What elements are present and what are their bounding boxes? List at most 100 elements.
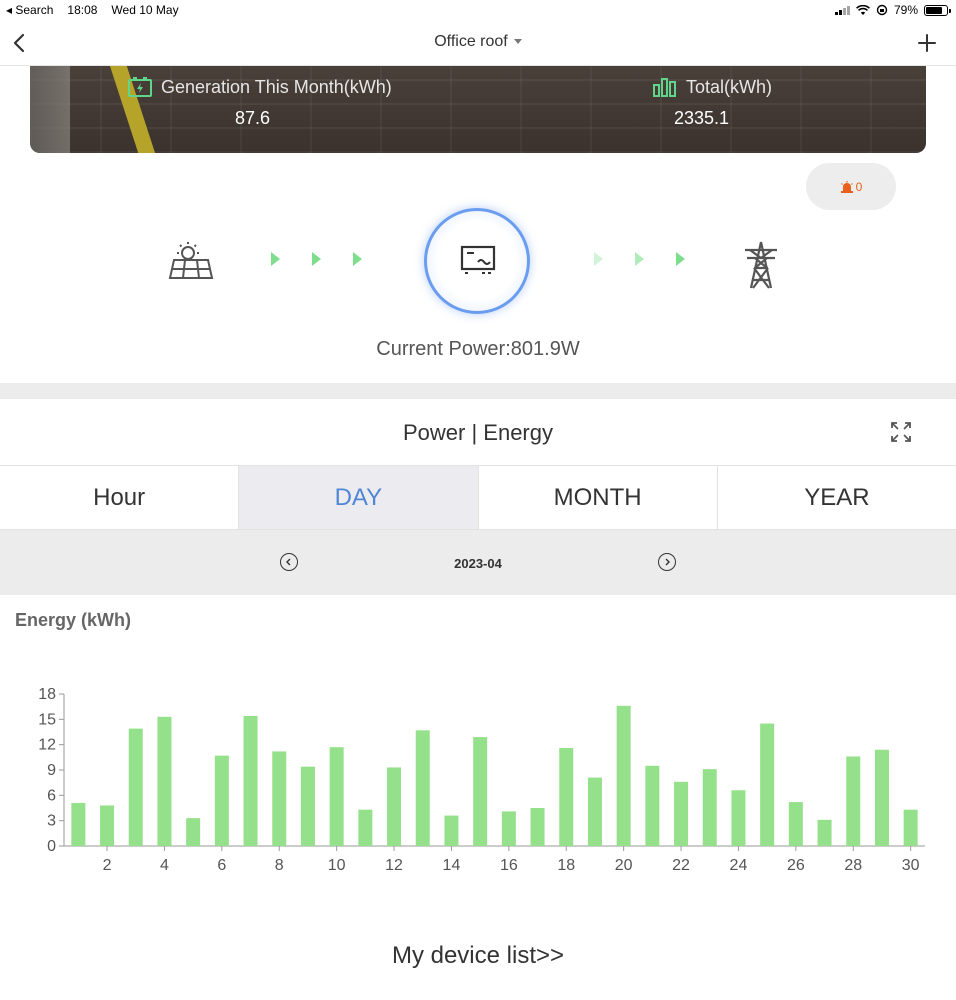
x-tick-label: 6	[217, 857, 226, 874]
bar-day-23[interactable]	[702, 769, 717, 846]
bar-day-27[interactable]	[817, 819, 832, 846]
bar-day-7[interactable]	[243, 715, 258, 846]
alarm-siren-icon	[840, 180, 853, 193]
chevron-right-icon	[665, 558, 670, 566]
x-tick-label: 12	[385, 857, 403, 874]
inverter-icon	[460, 245, 496, 274]
flow-arrow	[676, 252, 685, 266]
back-to-app[interactable]: ◂ Search	[6, 3, 53, 17]
cellular-signal-icon	[834, 5, 850, 15]
summary-banner: Generation This Month(kWh) 87.6 Total(kW…	[30, 66, 926, 153]
total-stat: Total(kWh) 2335.1	[652, 76, 772, 129]
x-tick-label: 2	[103, 857, 112, 874]
x-tick-label: 18	[557, 857, 575, 874]
x-tick-label: 16	[500, 857, 518, 874]
battery-percent: 79%	[893, 3, 918, 17]
x-tick-label: 26	[787, 857, 805, 874]
bar-day-10[interactable]	[329, 747, 344, 846]
chart-y-axis-label: Energy (kWh)	[15, 610, 132, 630]
y-tick-label: 15	[38, 711, 56, 728]
bar-day-2[interactable]	[100, 805, 115, 846]
y-tick-label: 3	[47, 813, 56, 830]
x-tick-label: 28	[844, 857, 862, 874]
total-label: Total(kWh)	[686, 76, 773, 97]
my-device-list-link[interactable]: My device list>>	[0, 942, 956, 970]
fullscreen-icon[interactable]	[890, 421, 912, 443]
bar-day-25[interactable]	[760, 723, 775, 846]
status-date: Wed 10 May	[111, 3, 179, 17]
generation-month-label: Generation This Month(kWh)	[161, 76, 392, 97]
bar-day-15[interactable]	[473, 737, 488, 846]
bar-day-24[interactable]	[731, 790, 746, 846]
x-tick-label: 20	[615, 857, 633, 874]
battery-icon	[924, 4, 951, 16]
bar-chart-icon	[653, 78, 676, 97]
current-period[interactable]: 2023-04	[0, 556, 956, 571]
energy-bar-chart: 03691215182 4 6 8 10 12 14 16 18 20 22 24 26 28 30	[38, 686, 925, 874]
flow-arrow	[635, 252, 644, 266]
bar-day-5[interactable]	[186, 818, 201, 846]
next-period-button[interactable]	[658, 553, 676, 571]
bar-day-16[interactable]	[501, 811, 516, 846]
bar-day-17[interactable]	[530, 808, 545, 846]
bar-day-20[interactable]	[616, 705, 631, 846]
solar-panel-icon	[168, 242, 214, 279]
flow-arrow	[594, 252, 603, 266]
bar-day-18[interactable]	[559, 748, 574, 846]
flow-arrow	[312, 252, 321, 266]
bar-day-19[interactable]	[587, 777, 602, 846]
bar-day-3[interactable]	[128, 728, 143, 846]
x-tick-label: 10	[328, 857, 346, 874]
y-tick-label: 9	[47, 762, 56, 779]
caret-down-icon	[513, 39, 522, 45]
bar-day-11[interactable]	[358, 809, 373, 846]
y-tick-label: 18	[38, 686, 56, 703]
bar-day-14[interactable]	[444, 815, 459, 846]
plant-selector[interactable]: Office roof	[0, 33, 956, 51]
period-tabs: Hour DAY MONTH YEAR	[0, 465, 956, 530]
banner-background-photo	[30, 66, 70, 153]
section-title: Power | Energy	[402, 420, 553, 445]
orientation-lock-icon	[876, 4, 888, 16]
bar-day-30[interactable]	[903, 809, 918, 846]
x-tick-label: 14	[443, 857, 461, 874]
tab-year[interactable]: YEAR	[718, 466, 956, 529]
bar-day-9[interactable]	[300, 766, 315, 846]
status-time: 18:08	[67, 3, 98, 17]
y-tick-label: 12	[38, 737, 56, 754]
y-tick-label: 0	[47, 838, 56, 855]
section-divider	[0, 383, 956, 399]
date-navigator: 2023-04	[0, 530, 956, 595]
x-tick-label: 8	[275, 857, 284, 874]
inverter-status[interactable]	[424, 208, 530, 314]
power-tower-icon	[745, 241, 777, 289]
bar-day-28[interactable]	[846, 756, 861, 846]
flow-arrow	[353, 252, 362, 266]
bar-day-29[interactable]	[874, 749, 889, 846]
tab-month[interactable]: MONTH	[479, 466, 718, 529]
bar-day-22[interactable]	[674, 781, 689, 846]
x-tick-label: 4	[160, 857, 169, 874]
bar-day-12[interactable]	[387, 767, 402, 846]
status-bar: ◂ Search 18:08 Wed 10 May 79%	[0, 0, 956, 20]
bar-day-26[interactable]	[788, 802, 803, 846]
x-tick-label: 22	[672, 857, 690, 874]
y-tick-label: 6	[47, 787, 56, 804]
tab-day[interactable]: DAY	[239, 466, 479, 529]
power-flow-diagram	[0, 200, 956, 320]
bar-day-21[interactable]	[645, 765, 660, 846]
bar-day-1[interactable]	[71, 802, 86, 846]
flow-arrow	[271, 252, 280, 266]
x-tick-label: 24	[730, 857, 748, 874]
current-power: Current Power:801.9W	[376, 338, 580, 360]
bar-day-13[interactable]	[415, 730, 430, 846]
x-tick-label: 30	[902, 857, 920, 874]
add-icon[interactable]	[912, 28, 942, 58]
bar-day-4[interactable]	[157, 716, 172, 846]
total-value: 2335.1	[674, 108, 730, 128]
generation-month-value: 87.6	[235, 108, 271, 128]
wifi-icon	[856, 4, 870, 15]
bar-day-8[interactable]	[272, 751, 287, 846]
bar-day-6[interactable]	[214, 755, 229, 846]
tab-hour[interactable]: Hour	[0, 466, 240, 529]
